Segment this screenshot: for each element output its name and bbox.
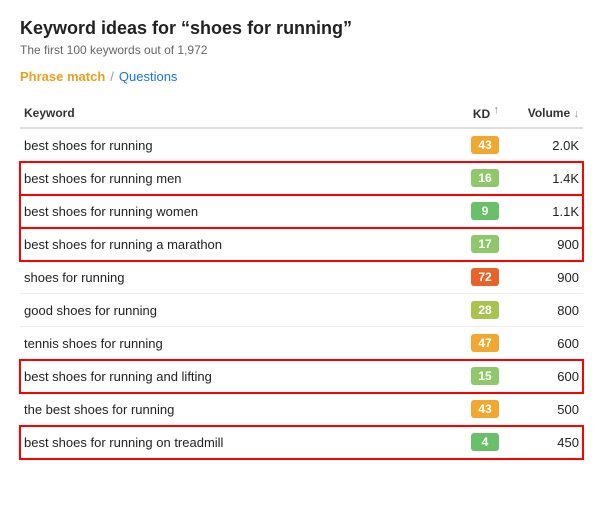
kd-cell: 28 [423, 294, 503, 327]
table-row: tennis shoes for running 47600 [20, 327, 583, 360]
tab-separator: / [110, 69, 114, 84]
kd-cell: 72 [423, 261, 503, 294]
volume-cell: 1.1K [503, 195, 583, 228]
kd-badge: 4 [471, 433, 499, 451]
kd-cell: 15 [423, 360, 503, 393]
table-row: best shoes for running on treadmill 4450 [20, 426, 583, 459]
table-row: best shoes for running men 161.4K [20, 162, 583, 195]
keyword-cell: best shoes for running on treadmill [20, 426, 423, 459]
keyword-cell: best shoes for running men [20, 162, 423, 195]
volume-cell: 900 [503, 261, 583, 294]
kd-cell: 43 [423, 128, 503, 162]
table-row: the best shoes for running 43500 [20, 393, 583, 426]
volume-cell: 600 [503, 360, 583, 393]
volume-cell: 600 [503, 327, 583, 360]
volume-cell: 800 [503, 294, 583, 327]
kd-badge: 47 [471, 334, 499, 352]
col-kd: KD ↑ [423, 98, 503, 128]
table-header-row: Keyword KD ↑ Volume ↓ [20, 98, 583, 128]
kd-badge: 28 [471, 301, 499, 319]
col-volume: Volume ↓ [503, 98, 583, 128]
table-row: shoes for running 72900 [20, 261, 583, 294]
kd-badge: 17 [471, 235, 499, 253]
table-row: best shoes for running and lifting 15600 [20, 360, 583, 393]
kd-cell: 4 [423, 426, 503, 459]
kd-badge: 9 [471, 202, 499, 220]
keyword-cell: the best shoes for running [20, 393, 423, 426]
kd-badge: 43 [471, 136, 499, 154]
keyword-cell: best shoes for running a marathon [20, 228, 423, 261]
col-keyword: Keyword [20, 98, 423, 128]
volume-cell: 500 [503, 393, 583, 426]
kd-cell: 16 [423, 162, 503, 195]
table-row: best shoes for running a marathon 17900 [20, 228, 583, 261]
keyword-cell: shoes for running [20, 261, 423, 294]
kd-cell: 9 [423, 195, 503, 228]
tab-bar: Phrase match / Questions [20, 69, 583, 84]
tab-phrase-match[interactable]: Phrase match [20, 69, 105, 84]
subtitle: The first 100 keywords out of 1,972 [20, 43, 583, 57]
kd-badge: 15 [471, 367, 499, 385]
page-title: Keyword ideas for “shoes for running” [20, 18, 583, 39]
volume-cell: 900 [503, 228, 583, 261]
kd-badge: 16 [471, 169, 499, 187]
keyword-cell: best shoes for running and lifting [20, 360, 423, 393]
volume-cell: 2.0K [503, 128, 583, 162]
kd-cell: 47 [423, 327, 503, 360]
kd-badge: 72 [471, 268, 499, 286]
volume-cell: 1.4K [503, 162, 583, 195]
table-row: good shoes for running 28800 [20, 294, 583, 327]
table-row: best shoes for running women 91.1K [20, 195, 583, 228]
tab-questions[interactable]: Questions [119, 69, 178, 84]
kd-badge: 43 [471, 400, 499, 418]
table-row: best shoes for running 432.0K [20, 128, 583, 162]
keyword-cell: good shoes for running [20, 294, 423, 327]
volume-cell: 450 [503, 426, 583, 459]
kd-cell: 43 [423, 393, 503, 426]
keyword-cell: best shoes for running women [20, 195, 423, 228]
keyword-cell: tennis shoes for running [20, 327, 423, 360]
keyword-cell: best shoes for running [20, 128, 423, 162]
kd-cell: 17 [423, 228, 503, 261]
keyword-table: Keyword KD ↑ Volume ↓ best shoes for run… [20, 98, 583, 459]
